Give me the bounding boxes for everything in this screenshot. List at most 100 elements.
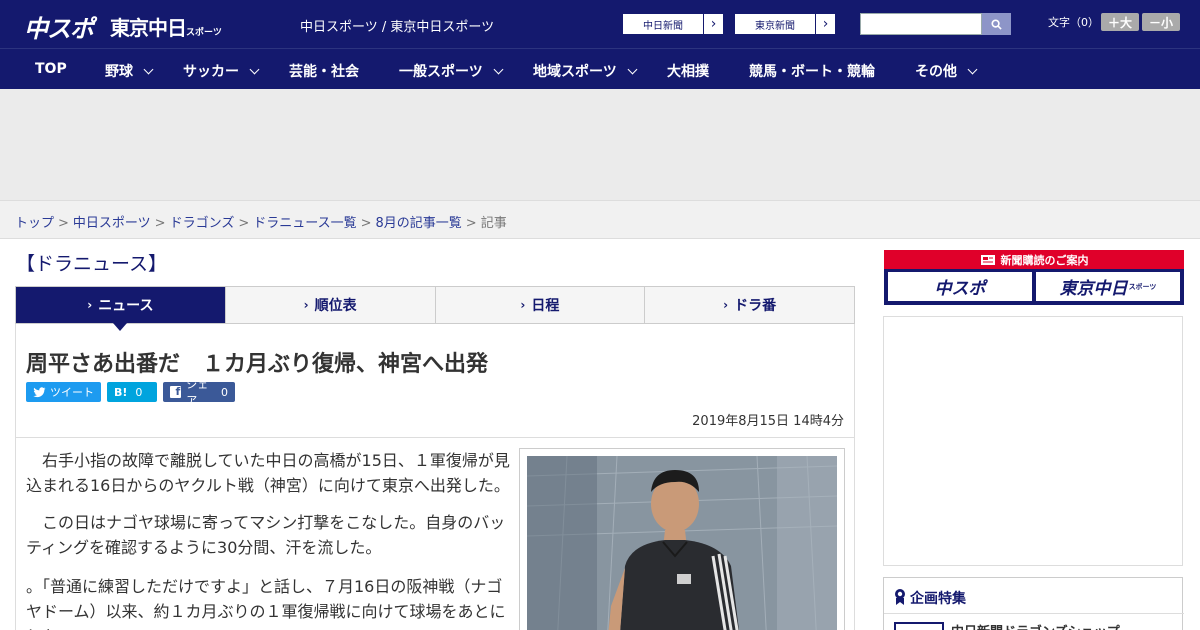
tokyo-shimbun-link[interactable]: 東京新聞 › (734, 13, 836, 35)
article-date: 2019年8月15日 14時4分 (692, 414, 844, 429)
search-icon (991, 18, 1002, 30)
sidebar-ad-area (883, 316, 1183, 566)
breadcrumb-link-august-articles[interactable]: 8月の記事一覧 (376, 216, 462, 231)
chevron-down-icon (967, 64, 978, 75)
ribbon-badge-icon (895, 589, 905, 605)
tab-schedule[interactable]: › 日程 (435, 287, 646, 323)
tokyo-logo-suffix: スポーツ (186, 28, 222, 38)
feature-special-box: 企画特集 中日新聞ドラゴンズショップ (883, 577, 1184, 630)
breadcrumb-separator: > (154, 216, 166, 231)
chevron-down-icon (143, 64, 154, 75)
nav-item-top[interactable]: TOP (35, 61, 67, 77)
promo-header: 新聞購読のご案内 (884, 250, 1184, 269)
tab-label: 日程 (531, 298, 560, 314)
player-photo-illustration (527, 456, 837, 630)
tokyo-logo-text: 東京中日 (110, 16, 187, 40)
nav-label: 一般スポーツ (399, 64, 483, 80)
promo-chuspo-text: 中スポ (934, 279, 986, 299)
feature-title: 企画特集 (894, 588, 966, 608)
nav-item-other[interactable]: その他 (915, 61, 978, 81)
tweet-button[interactable]: ツイート (26, 382, 101, 402)
feature-title-text: 企画特集 (910, 591, 966, 607)
facebook-share-label: シェア (186, 378, 209, 407)
nav-item-entertainment[interactable]: 芸能・社会 (289, 61, 359, 81)
breadcrumb-link-dra-news-list[interactable]: ドラニュース一覧 (253, 216, 356, 231)
facebook-share-button[interactable]: f シェア 0 (163, 378, 235, 407)
chevron-down-icon (493, 64, 504, 75)
subscription-promo-banner[interactable]: 新聞購読のご案内 中スポ 東京中日 スポーツ (884, 250, 1184, 305)
facebook-share-count: 0 (221, 385, 228, 399)
facebook-icon: f (170, 385, 182, 398)
promo-tokyo-suffix: スポーツ (1128, 282, 1157, 291)
chevron-right-icon: › (723, 298, 729, 312)
promo-title: 新聞購読のご案内 (1000, 253, 1089, 267)
promo-tokyo-text: 東京中日 (1059, 279, 1128, 299)
breadcrumb-current: 記事 (480, 216, 507, 231)
chuspo-logo[interactable]: 中スポ (24, 9, 94, 44)
section-tabs: › ニュース › 順位表 › 日程 › ドラ番 (15, 286, 855, 331)
article-paragraph: 右手小指の故障で離脱していた中日の高橋が15日、１軍復帰が見込まれる16日からの… (26, 451, 510, 495)
nav-item-regional-sports[interactable]: 地域スポーツ (533, 61, 638, 81)
tab-label: ニュース (98, 298, 154, 314)
article-header: 周平さあ出番だ １カ月ぶり復帰、神宮へ出発 ツイート B! 0 f シェア 0 … (15, 324, 855, 438)
hatena-icon: B! (114, 385, 128, 399)
hatena-bookmark-button[interactable]: B! 0 (107, 382, 157, 402)
nav-item-racing[interactable]: 競馬・ボート・競輪 (749, 61, 875, 81)
search-button[interactable] (982, 13, 1011, 35)
font-size-up-button[interactable]: ＋大 (1101, 13, 1139, 31)
breadcrumb-link-chunichi-sports[interactable]: 中日スポーツ (73, 216, 151, 231)
feature-item[interactable]: 中日新聞ドラゴンズショップ (884, 613, 1184, 630)
tab-label: ドラ番 (734, 298, 777, 314)
tab-label: 順位表 (314, 298, 357, 314)
breadcrumb-separator: > (465, 216, 477, 231)
promo-chuspo-logo[interactable]: 中スポ (888, 272, 1032, 301)
feature-item-label: 中日新聞ドラゴンズショップ (951, 621, 1120, 630)
tab-news[interactable]: › ニュース (16, 287, 226, 331)
site-name: 中日スポーツ / 東京中日スポーツ (300, 20, 495, 35)
nav-label: 野球 (105, 64, 133, 80)
tab-dra-ban[interactable]: › ドラ番 (645, 287, 854, 323)
site-header: 中スポ 東京中日スポーツ 中日スポーツ / 東京中日スポーツ 中日新聞 › 東京… (0, 0, 1200, 48)
font-size-down-button[interactable]: －小 (1142, 13, 1180, 31)
nav-label: その他 (915, 64, 957, 80)
article-headline: 周平さあ出番だ １カ月ぶり復帰、神宮へ出発 (26, 352, 489, 377)
breadcrumb-separator: > (360, 216, 372, 231)
chunichi-shimbun-link[interactable]: 中日新聞 › (622, 13, 724, 35)
breadcrumb-link-top[interactable]: トップ (15, 216, 54, 231)
font-size-label: 文字（0） (1048, 16, 1099, 29)
breadcrumb: トップ > 中日スポーツ > ドラゴンズ > ドラニュース一覧 >8月の記事一覧 > 記事 (15, 212, 507, 231)
tab-standings[interactable]: › 順位表 (225, 287, 436, 323)
article-paragraph: 。「普通に練習しただけですよ」と話し、７月16日の阪神戦（ナゴヤドーム）以来、約… (26, 577, 506, 630)
nav-item-general-sports[interactable]: 一般スポーツ (399, 61, 504, 81)
tweet-label: ツイート (50, 386, 94, 399)
nav-item-soccer[interactable]: サッカー (183, 61, 260, 81)
feature-thumbnail (894, 622, 944, 630)
main-nav: TOP 野球 サッカー 芸能・社会 一般スポーツ 地域スポーツ 大相撲 競馬・ボ… (0, 48, 1200, 89)
section-title: 【ドラニュース】 (16, 253, 168, 275)
article-paragraph: この日はナゴヤ球場に寄ってマシン打撃をこなした。自身のバッティングを確認するよう… (26, 513, 506, 557)
newspaper-icon (980, 254, 995, 265)
nav-item-baseball[interactable]: 野球 (105, 61, 154, 81)
nav-label: TOP (35, 61, 67, 77)
article-photo-frame (519, 448, 845, 630)
chunichi-shimbun-label: 中日新聞 (643, 20, 683, 32)
nav-label: サッカー (183, 64, 239, 80)
top-ad-area (0, 89, 1200, 201)
promo-tokyo-chunichi-logo[interactable]: 東京中日 スポーツ (1036, 272, 1180, 301)
nav-label: 競馬・ボート・競輪 (749, 64, 875, 80)
breadcrumb-separator: > (58, 216, 69, 231)
chevron-right-icon: › (703, 14, 723, 34)
nav-label: 地域スポーツ (533, 64, 617, 80)
breadcrumb-bar: トップ > 中日スポーツ > ドラゴンズ > ドラニュース一覧 >8月の記事一覧 > 記事 (0, 201, 1200, 239)
tokyo-shimbun-label: 東京新聞 (755, 20, 795, 32)
article-photo[interactable] (527, 456, 837, 630)
breadcrumb-link-dragons[interactable]: ドラゴンズ (170, 216, 235, 231)
breadcrumb-separator: > (238, 216, 250, 231)
chevron-down-icon (249, 64, 260, 75)
nav-item-sumo[interactable]: 大相撲 (667, 61, 709, 81)
nav-label: 大相撲 (667, 64, 709, 80)
tokyo-chunichi-logo[interactable]: 東京中日スポーツ (110, 12, 222, 41)
chevron-right-icon: › (520, 298, 526, 312)
nav-label: 芸能・社会 (289, 64, 359, 80)
search-input[interactable] (860, 13, 982, 35)
